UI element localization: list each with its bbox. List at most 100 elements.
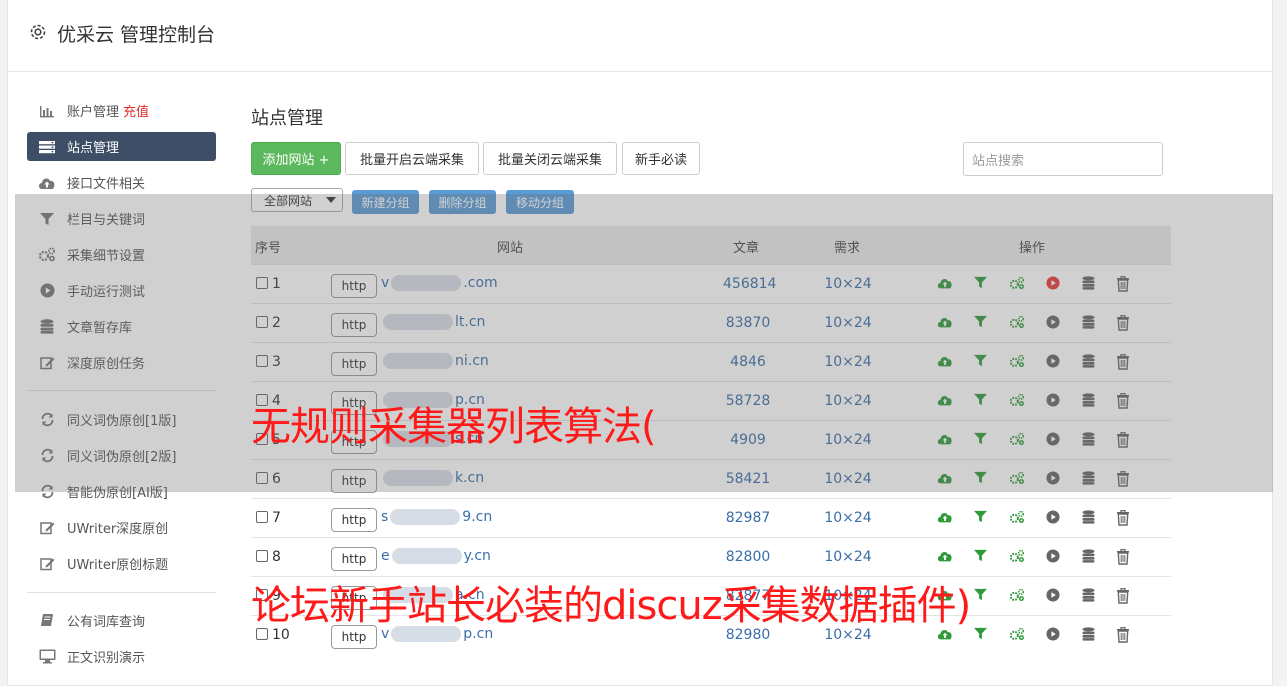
row-checkbox[interactable]	[256, 550, 268, 562]
demand-value[interactable]: 10×24	[821, 510, 875, 526]
demand-value[interactable]: 10×24	[821, 471, 875, 487]
filter-icon[interactable]	[974, 549, 990, 565]
play-circle-icon[interactable]	[1046, 354, 1062, 370]
add-site-button[interactable]: 添加网站 +	[251, 142, 341, 175]
cogs-icon[interactable]	[1009, 471, 1025, 487]
cloud-upload-icon[interactable]	[937, 510, 953, 526]
scheme-badge[interactable]: http	[331, 469, 377, 493]
new-group-button[interactable]: 新建分组	[352, 190, 419, 214]
filter-icon[interactable]	[974, 354, 990, 370]
filter-icon[interactable]	[974, 432, 990, 448]
cogs-icon[interactable]	[1009, 627, 1025, 643]
row-checkbox[interactable]	[256, 511, 268, 523]
group-select[interactable]: 全部网站	[251, 188, 343, 212]
database-icon[interactable]	[1082, 315, 1098, 331]
site-link[interactable]: ni.cn	[381, 353, 489, 369]
sidebar-item-uwriter-title[interactable]: UWriter原创标题	[27, 549, 216, 578]
newbie-guide-button[interactable]: 新手必读	[622, 142, 700, 175]
play-circle-icon[interactable]	[1046, 549, 1062, 565]
sidebar-item-text-recognition[interactable]: 正文识别演示	[27, 642, 216, 671]
database-icon[interactable]	[1082, 354, 1098, 370]
database-icon[interactable]	[1082, 549, 1098, 565]
filter-icon[interactable]	[974, 276, 990, 292]
move-group-button[interactable]: 移动分组	[506, 190, 574, 214]
trash-icon[interactable]	[1116, 548, 1132, 565]
trash-icon[interactable]	[1116, 275, 1132, 292]
scheme-badge[interactable]: http	[331, 274, 377, 298]
article-count[interactable]: 82800	[723, 549, 773, 565]
cogs-icon[interactable]	[1009, 276, 1025, 292]
scheme-badge[interactable]: http	[331, 313, 377, 337]
database-icon[interactable]	[1082, 432, 1098, 448]
sidebar-item-manual-test[interactable]: 手动运行测试	[27, 276, 216, 305]
filter-icon[interactable]	[974, 510, 990, 526]
demand-value[interactable]: 10×24	[821, 354, 875, 370]
scheme-badge[interactable]: http	[331, 547, 377, 571]
recharge-link[interactable]: 充值	[123, 101, 149, 120]
trash-icon[interactable]	[1116, 509, 1132, 526]
cloud-upload-icon[interactable]	[937, 471, 953, 487]
sidebar-item-article-store[interactable]: 文章暂存库	[27, 312, 216, 341]
article-count[interactable]: 58728	[723, 393, 773, 409]
cogs-icon[interactable]	[1009, 354, 1025, 370]
site-link[interactable]: v .com	[381, 275, 498, 291]
site-link[interactable]: lt.cn	[381, 314, 485, 330]
cogs-icon[interactable]	[1009, 510, 1025, 526]
database-icon[interactable]	[1082, 510, 1098, 526]
sidebar-item-uwriter-deep[interactable]: UWriter深度原创	[27, 513, 216, 542]
cogs-icon[interactable]	[1009, 393, 1025, 409]
cogs-icon[interactable]	[1009, 315, 1025, 331]
sidebar-item-synonym-v2[interactable]: 同义词伪原创[2版]	[27, 441, 216, 470]
article-count[interactable]: 83870	[723, 315, 773, 331]
sidebar-item-account[interactable]: 账户管理 充值	[27, 96, 216, 125]
demand-value[interactable]: 10×24	[821, 549, 875, 565]
cogs-icon[interactable]	[1009, 432, 1025, 448]
article-count[interactable]: 456814	[723, 276, 776, 292]
trash-icon[interactable]	[1116, 431, 1132, 448]
play-circle-icon[interactable]	[1046, 627, 1062, 643]
sidebar-item-synonym-v1[interactable]: 同义词伪原创[1版]	[27, 405, 216, 434]
play-circle-icon[interactable]	[1046, 510, 1062, 526]
cloud-upload-icon[interactable]	[937, 549, 953, 565]
site-link[interactable]: s 9.cn	[381, 509, 492, 525]
play-circle-icon[interactable]	[1046, 315, 1062, 331]
trash-icon[interactable]	[1116, 392, 1132, 409]
article-count[interactable]: 4909	[723, 432, 773, 448]
cogs-icon[interactable]	[1009, 549, 1025, 565]
play-circle-icon[interactable]	[1046, 276, 1062, 292]
site-search-input[interactable]: 站点搜索	[963, 142, 1163, 176]
cloud-upload-icon[interactable]	[937, 354, 953, 370]
filter-icon[interactable]	[974, 315, 990, 331]
row-checkbox[interactable]	[256, 355, 268, 367]
scheme-badge[interactable]: http	[331, 352, 377, 376]
article-count[interactable]: 4846	[723, 354, 773, 370]
sidebar-item-sites[interactable]: 站点管理	[27, 132, 216, 161]
sidebar-item-columns-keywords[interactable]: 栏目与关键词	[27, 204, 216, 233]
filter-icon[interactable]	[974, 471, 990, 487]
batch-open-cloud-button[interactable]: 批量开启云端采集	[345, 142, 479, 175]
row-checkbox[interactable]	[256, 277, 268, 289]
batch-close-cloud-button[interactable]: 批量关闭云端采集	[483, 142, 617, 175]
play-circle-icon[interactable]	[1046, 393, 1062, 409]
trash-icon[interactable]	[1116, 626, 1132, 643]
trash-icon[interactable]	[1116, 353, 1132, 370]
database-icon[interactable]	[1082, 588, 1098, 604]
cloud-upload-icon[interactable]	[937, 276, 953, 292]
trash-icon[interactable]	[1116, 587, 1132, 604]
play-circle-icon[interactable]	[1046, 588, 1062, 604]
cogs-icon[interactable]	[1009, 588, 1025, 604]
cloud-upload-icon[interactable]	[937, 432, 953, 448]
row-checkbox[interactable]	[256, 472, 268, 484]
demand-value[interactable]: 10×24	[821, 432, 875, 448]
article-count[interactable]: 58421	[723, 471, 773, 487]
site-link[interactable]: k.cn	[381, 470, 484, 486]
row-checkbox[interactable]	[256, 316, 268, 328]
article-count[interactable]: 82987	[723, 510, 773, 526]
filter-icon[interactable]	[974, 588, 990, 604]
delete-group-button[interactable]: 删除分组	[429, 190, 496, 214]
scheme-badge[interactable]: http	[331, 508, 377, 532]
database-icon[interactable]	[1082, 627, 1098, 643]
demand-value[interactable]: 10×24	[821, 393, 875, 409]
database-icon[interactable]	[1082, 471, 1098, 487]
database-icon[interactable]	[1082, 393, 1098, 409]
